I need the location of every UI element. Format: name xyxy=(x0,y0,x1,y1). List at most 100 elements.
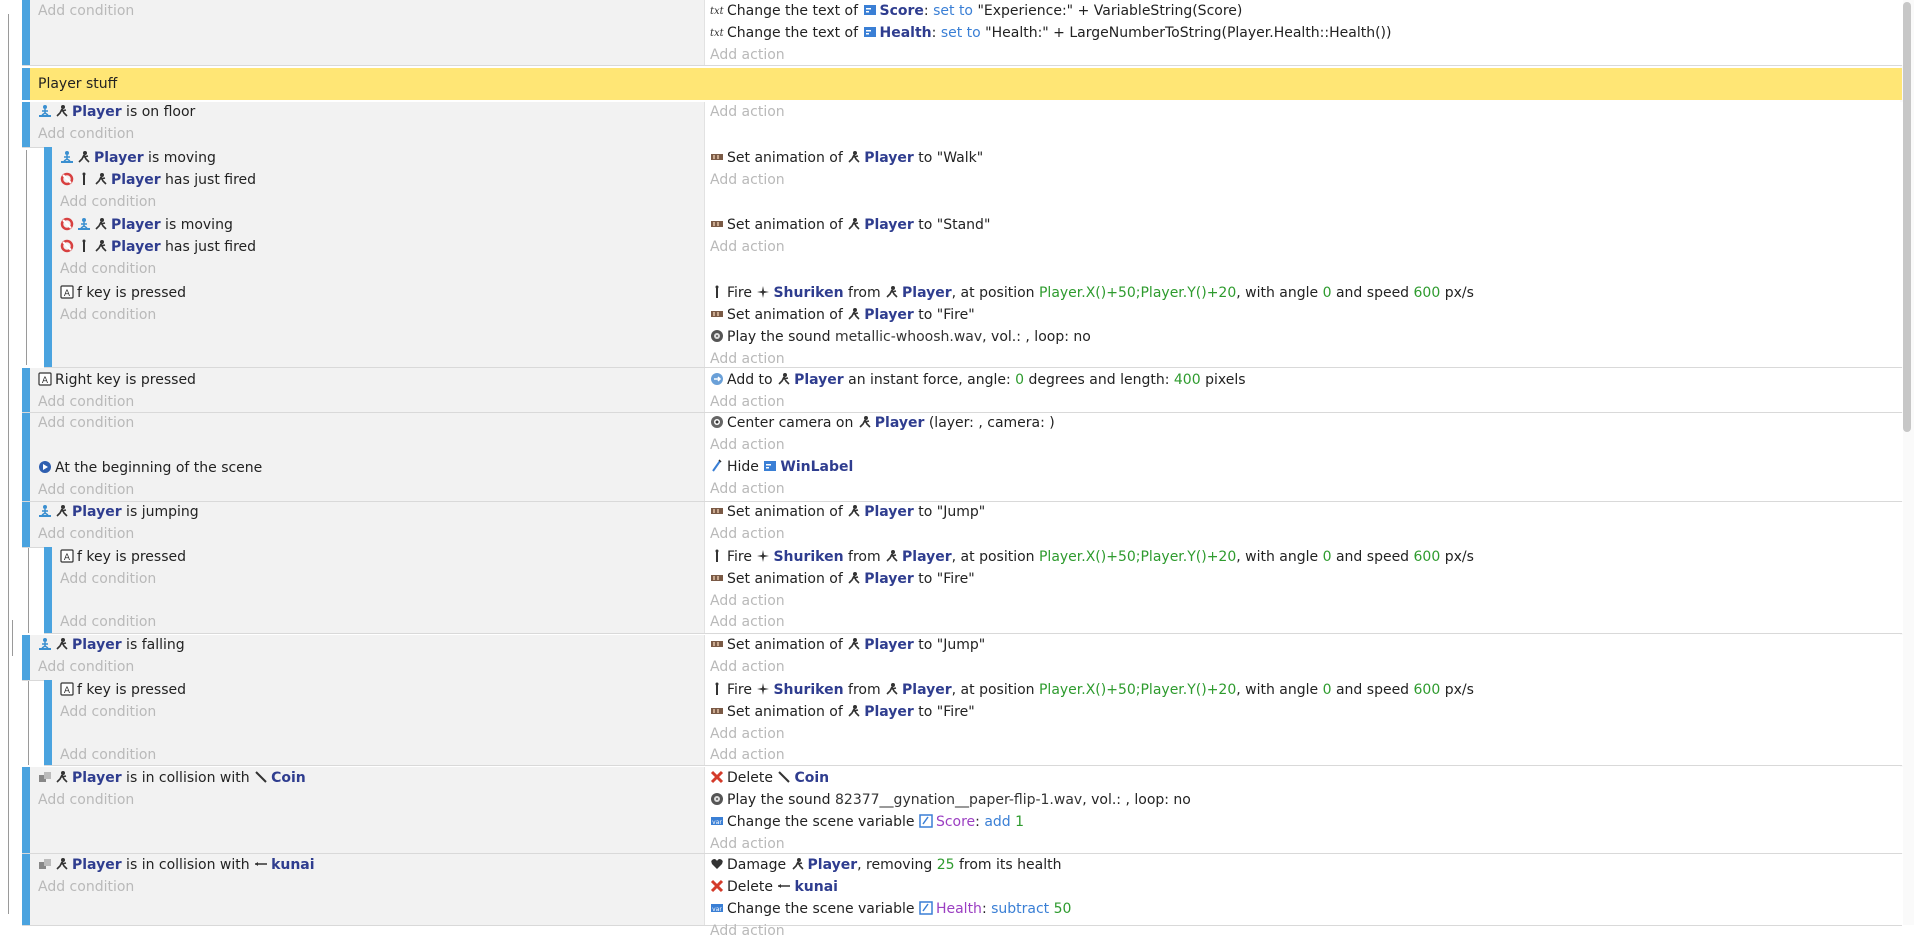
action[interactable]: txt Change the text of Score: set to "Exp… xyxy=(710,1,1242,21)
action[interactable]: Set animation of Player to "Fire" xyxy=(710,305,975,325)
add-condition-button[interactable]: Add condition xyxy=(38,524,134,544)
add-condition-button[interactable]: Add condition xyxy=(38,124,134,144)
action[interactable]: Play the sound metallic-whoosh.wav, vol.… xyxy=(710,327,1091,347)
action-text: Player xyxy=(864,150,914,166)
condition-text: is on floor xyxy=(121,104,196,120)
condition[interactable]: Af key is pressed xyxy=(60,547,186,567)
condition[interactable]: A Right key is pressed xyxy=(38,370,196,390)
add-action-button[interactable]: Add action xyxy=(710,349,785,369)
add-condition-button[interactable]: Add condition xyxy=(38,392,134,412)
action-text: Player xyxy=(902,285,952,301)
action[interactable]: Set animation of Player to "Stand" xyxy=(710,215,990,235)
condition[interactable]: Player has just fired xyxy=(60,170,256,190)
condition-text: Player xyxy=(72,770,122,786)
group-player-stuff[interactable] xyxy=(22,68,1902,100)
action[interactable]: Damage Player, removing 25 from its heal… xyxy=(710,855,1061,875)
action-text: add xyxy=(984,814,1011,830)
event-actions-area[interactable] xyxy=(704,457,1903,501)
keyboard-icon: A xyxy=(60,285,74,299)
condition[interactable]: Af key is pressed xyxy=(60,680,186,700)
scrollbar-thumb[interactable] xyxy=(1903,2,1911,432)
add-action-button[interactable]: Add action xyxy=(710,524,785,544)
condition[interactable]: Player is in collision with Coin xyxy=(38,768,306,788)
add-condition-button[interactable]: Add condition xyxy=(60,192,156,212)
add-action-button[interactable]: Add action xyxy=(710,921,785,941)
add-action-button[interactable]: Add action xyxy=(710,237,785,257)
condition[interactable]: Player is on floor xyxy=(38,102,195,122)
event-actions-area[interactable] xyxy=(704,102,1903,147)
add-condition-button[interactable]: Add condition xyxy=(38,790,134,810)
add-condition-button[interactable]: Add condition xyxy=(38,657,134,677)
condition[interactable]: Player is moving xyxy=(60,215,233,235)
action[interactable]: Set animation of Player to "Walk" xyxy=(710,148,983,168)
svg-text:A: A xyxy=(64,553,71,563)
add-action-button[interactable]: Add action xyxy=(710,657,785,677)
add-condition-button[interactable]: Add condition xyxy=(60,305,156,325)
add-condition-button[interactable]: Add condition xyxy=(38,413,134,433)
add-condition-button[interactable]: Add condition xyxy=(60,702,156,722)
event-actions-area[interactable] xyxy=(704,745,1903,765)
action[interactable]: var Change the scene variable Health: sub… xyxy=(710,899,1071,919)
condition[interactable]: Af key is pressed xyxy=(60,283,186,303)
action[interactable]: var Change the scene variable Score: add … xyxy=(710,812,1024,832)
condition[interactable]: Player is jumping xyxy=(38,502,199,522)
action[interactable]: Set animation of Player to "Fire" xyxy=(710,569,975,589)
add-action-button[interactable]: Add action xyxy=(710,170,785,190)
action[interactable]: Set animation of Player to "Jump" xyxy=(710,635,985,655)
add-action-button[interactable]: Add action xyxy=(710,834,785,854)
player-icon xyxy=(55,857,69,871)
action[interactable]: Set animation of Player to "Fire" xyxy=(710,702,975,722)
condition-text: Player xyxy=(72,637,122,653)
add-action-button[interactable]: Add action xyxy=(710,724,785,744)
add-action-button[interactable]: Add action xyxy=(710,612,785,632)
add-action-button[interactable]: Add action xyxy=(710,45,785,65)
action[interactable]: Play the sound 82377__gynation__paper-fl… xyxy=(710,790,1191,810)
add-condition-button[interactable]: Add condition xyxy=(60,612,156,632)
action-text: Player xyxy=(902,682,952,698)
add-condition-button[interactable]: Add condition xyxy=(60,745,156,765)
add-condition-button[interactable]: Add condition xyxy=(38,877,134,897)
add-condition-button[interactable]: Add condition xyxy=(38,480,134,500)
add-action-button[interactable]: Add action xyxy=(710,591,785,611)
action-text: to "Stand" xyxy=(913,217,991,233)
action[interactable]: Fire Shuriken from Player, at position P… xyxy=(710,283,1474,303)
action-text: 82377__gynation__paper-flip-1.wav xyxy=(835,792,1083,808)
action-text: Set animation of xyxy=(727,150,848,166)
action[interactable]: Set animation of Player to "Jump" xyxy=(710,502,985,522)
event-actions-area[interactable] xyxy=(704,767,1903,853)
add-action-button[interactable]: Add action xyxy=(710,102,785,122)
action[interactable]: Hide WinLabel xyxy=(710,457,853,477)
action-text: metallic-whoosh.wav xyxy=(835,329,983,345)
add-condition-button[interactable]: Add condition xyxy=(60,259,156,279)
condition[interactable]: Player is in collision with kunai xyxy=(38,855,315,875)
add-action-button[interactable]: Add action xyxy=(710,745,785,765)
action[interactable]: txt Change the text of Health: set to "He… xyxy=(710,23,1391,43)
action-text: Fire xyxy=(727,682,757,698)
condition[interactable]: At the beginning of the scene xyxy=(38,458,262,478)
player-icon xyxy=(55,504,69,518)
add-condition-button[interactable]: Add condition xyxy=(60,569,156,589)
player-icon xyxy=(885,549,899,563)
action[interactable]: Delete kunai xyxy=(710,877,838,897)
event-actions-area[interactable] xyxy=(704,612,1903,633)
condition[interactable]: Player is falling xyxy=(38,635,185,655)
condition[interactable]: Player has just fired xyxy=(60,237,256,257)
svg-text:var: var xyxy=(712,819,722,826)
action[interactable]: Delete Coin xyxy=(710,768,829,788)
action-text: Change the text of xyxy=(727,25,863,41)
animation-icon xyxy=(710,637,724,651)
action[interactable]: Center camera on Player (layer: , camera… xyxy=(710,413,1055,433)
add-action-button[interactable]: Add action xyxy=(710,435,785,455)
animation-icon xyxy=(710,217,724,231)
action-text: px/s xyxy=(1440,682,1474,698)
condition[interactable]: Player is moving xyxy=(60,148,216,168)
action[interactable]: Fire Shuriken from Player, at position P… xyxy=(710,547,1474,567)
action-text: to "Fire" xyxy=(913,307,975,323)
action[interactable]: Add to Player an instant force, angle: 0… xyxy=(710,370,1246,390)
add-action-button[interactable]: Add action xyxy=(710,479,785,499)
platformer-icon xyxy=(77,217,91,231)
action[interactable]: Fire Shuriken from Player, at position P… xyxy=(710,680,1474,700)
add-action-button[interactable]: Add action xyxy=(710,392,785,412)
condition-text: Player xyxy=(111,172,161,188)
add-condition-button[interactable]: Add condition xyxy=(38,1,134,21)
